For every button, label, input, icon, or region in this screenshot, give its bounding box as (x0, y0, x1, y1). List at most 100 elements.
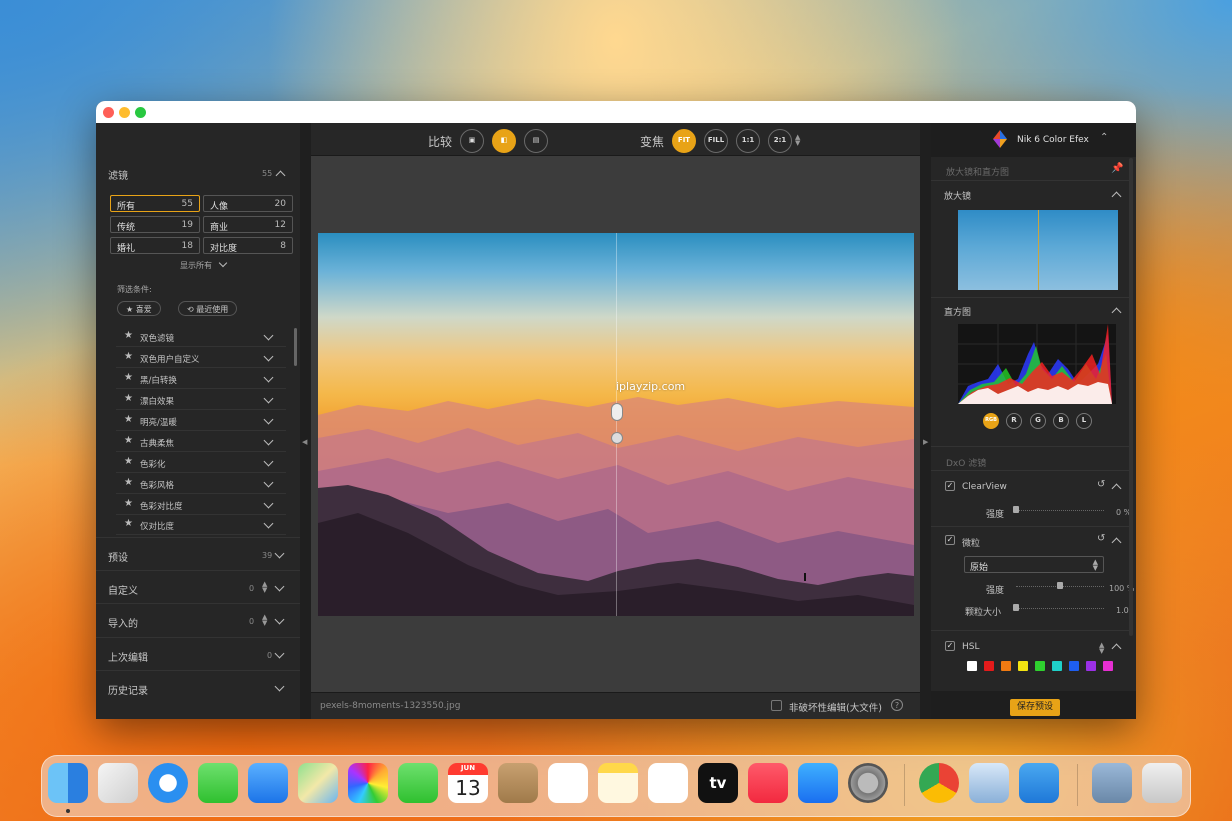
facetime-icon[interactable] (398, 763, 438, 803)
sort-stepper-icon[interactable]: ▲ ▼ (262, 614, 267, 627)
finder-icon[interactable] (48, 763, 88, 803)
expand-icon[interactable] (263, 372, 274, 383)
hsl-color-swatch[interactable] (1069, 661, 1079, 671)
safari-icon[interactable] (148, 763, 188, 803)
zoom-stepper-icon[interactable]: ▲ ▼ (795, 134, 800, 147)
zoom-window-button[interactable] (135, 107, 146, 118)
last-edit-section[interactable]: 上次编辑 0 (96, 637, 300, 670)
left-panel-toggle[interactable]: ◀ (300, 123, 311, 719)
calendar-icon[interactable]: JUN 13 (448, 763, 488, 803)
weather-icon[interactable] (1019, 763, 1059, 803)
nondestructive-label[interactable]: 非破坏性编辑(大文件) (789, 700, 882, 714)
compare-side-by-side-button[interactable]: ▤ (524, 129, 548, 153)
split-drag-handle[interactable] (611, 403, 623, 421)
channel-rgb-button[interactable]: RGB (983, 413, 999, 429)
favorites-button[interactable]: ★ 喜爱 (117, 301, 161, 316)
expand-icon[interactable] (263, 393, 274, 404)
channel-g-button[interactable]: G (1030, 413, 1046, 429)
category-contrast[interactable]: 对比度 8 (203, 237, 293, 254)
filter-item[interactable]: ★ 双色用户自定义 (116, 348, 286, 368)
expand-icon[interactable] (263, 477, 274, 488)
zoom-fill-button[interactable]: FILL (704, 129, 728, 153)
minimize-window-button[interactable] (119, 107, 130, 118)
favorite-star-icon[interactable]: ★ (124, 393, 133, 404)
right-panel-toggle[interactable]: ▶ (920, 123, 931, 719)
hsl-color-swatch[interactable] (1052, 661, 1062, 671)
preview-icon[interactable] (969, 763, 1009, 803)
filter-item[interactable]: ★ 色彩化 (116, 453, 286, 473)
filter-item[interactable]: ★ 仅对比度 (116, 515, 286, 535)
category-portrait[interactable]: 人像 20 (203, 195, 293, 212)
show-all-link[interactable]: 显示所有 (180, 260, 212, 271)
hsl-stepper-icon[interactable]: ▲ ▼ (1099, 642, 1104, 655)
category-all[interactable]: 所有 55 (110, 195, 200, 212)
expand-icon[interactable] (263, 414, 274, 425)
zoom-1-1-button[interactable]: 1:1 (736, 129, 760, 153)
clearview-checkbox[interactable]: ✓ (945, 481, 955, 491)
filter-item[interactable]: ★ 双色滤镜 (116, 327, 286, 347)
favorite-star-icon[interactable]: ★ (124, 518, 133, 529)
grain-size-knob[interactable] (1013, 604, 1019, 611)
hsl-color-swatch[interactable] (1001, 661, 1011, 671)
history-section[interactable]: 历史记录 (96, 670, 300, 703)
category-wedding[interactable]: 婚礼 18 (110, 237, 200, 254)
expand-icon[interactable] (263, 330, 274, 341)
trash-icon[interactable] (1142, 763, 1182, 803)
reset-grain-icon[interactable]: ↺ (1097, 533, 1105, 544)
category-commercial[interactable]: 商业 12 (203, 216, 293, 233)
split-divider-line[interactable] (616, 233, 617, 616)
photos-icon[interactable] (348, 763, 388, 803)
mail-icon[interactable] (248, 763, 288, 803)
filter-item[interactable]: ★ 明亮/温暖 (116, 411, 286, 431)
favorite-star-icon[interactable]: ★ (124, 414, 133, 425)
grain-size-slider[interactable] (1016, 605, 1104, 609)
favorite-star-icon[interactable]: ★ (124, 498, 133, 509)
messages-icon[interactable] (198, 763, 238, 803)
expand-imported-icon[interactable] (274, 614, 285, 625)
filter-list-scrollbar[interactable] (294, 328, 297, 366)
recent-button[interactable]: ⟲ 最近使用 (178, 301, 238, 316)
hsl-color-swatch[interactable] (967, 661, 977, 671)
filter-item[interactable]: ★ 黑/白转换 (116, 369, 286, 389)
channel-r-button[interactable]: R (1006, 413, 1022, 429)
collapse-right-icon[interactable]: ▶ (923, 438, 928, 446)
help-icon[interactable]: ? (891, 699, 903, 711)
save-preset-button[interactable]: 保存预设 (1010, 699, 1060, 716)
reminders-icon[interactable] (548, 763, 588, 803)
imported-section[interactable]: 导入的 0 ▲ ▼ (96, 603, 300, 636)
hsl-color-swatch[interactable] (1035, 661, 1045, 671)
settings-icon[interactable] (848, 763, 888, 803)
filter-item[interactable]: ★ 色彩对比度 (116, 495, 286, 515)
maps-icon[interactable] (298, 763, 338, 803)
preview-image[interactable]: iplayzip.com (318, 233, 914, 616)
custom-section[interactable]: 自定义 0 ▲ ▼ (96, 570, 300, 603)
appstore-icon[interactable] (798, 763, 838, 803)
downloads-icon[interactable] (1092, 763, 1132, 803)
notes-icon[interactable] (598, 763, 638, 803)
hsl-checkbox[interactable]: ✓ (945, 641, 955, 651)
launchpad-icon[interactable] (98, 763, 138, 803)
nondestructive-checkbox[interactable] (771, 700, 782, 711)
hsl-color-swatch[interactable] (984, 661, 994, 671)
grain-preset-dropdown[interactable]: 原始 ▲ ▼ (964, 556, 1104, 573)
favorite-star-icon[interactable]: ★ (124, 477, 133, 488)
music-icon[interactable] (748, 763, 788, 803)
expand-icon[interactable] (263, 435, 274, 446)
collapse-left-icon[interactable]: ◀ (302, 438, 307, 446)
filter-item[interactable]: ★ 漂白效果 (116, 390, 286, 410)
favorite-star-icon[interactable]: ★ (124, 372, 133, 383)
expand-icon[interactable] (263, 518, 274, 529)
close-window-button[interactable] (103, 107, 114, 118)
category-traditional[interactable]: 传统 19 (110, 216, 200, 233)
compare-single-button[interactable]: ▣ (460, 129, 484, 153)
clearview-strength-slider[interactable] (1016, 507, 1104, 511)
clearview-strength-knob[interactable] (1013, 506, 1019, 513)
presets-section[interactable]: 预设 39 (96, 537, 300, 570)
expand-custom-icon[interactable] (274, 581, 285, 592)
collapse-header-icon[interactable]: ⌃ (1100, 132, 1108, 143)
appletv-icon[interactable]: tv (698, 763, 738, 803)
right-panel-scrollbar[interactable] (1129, 158, 1133, 636)
favorite-star-icon[interactable]: ★ (124, 435, 133, 446)
expand-icon[interactable] (263, 498, 274, 509)
expand-icon[interactable] (263, 456, 274, 467)
